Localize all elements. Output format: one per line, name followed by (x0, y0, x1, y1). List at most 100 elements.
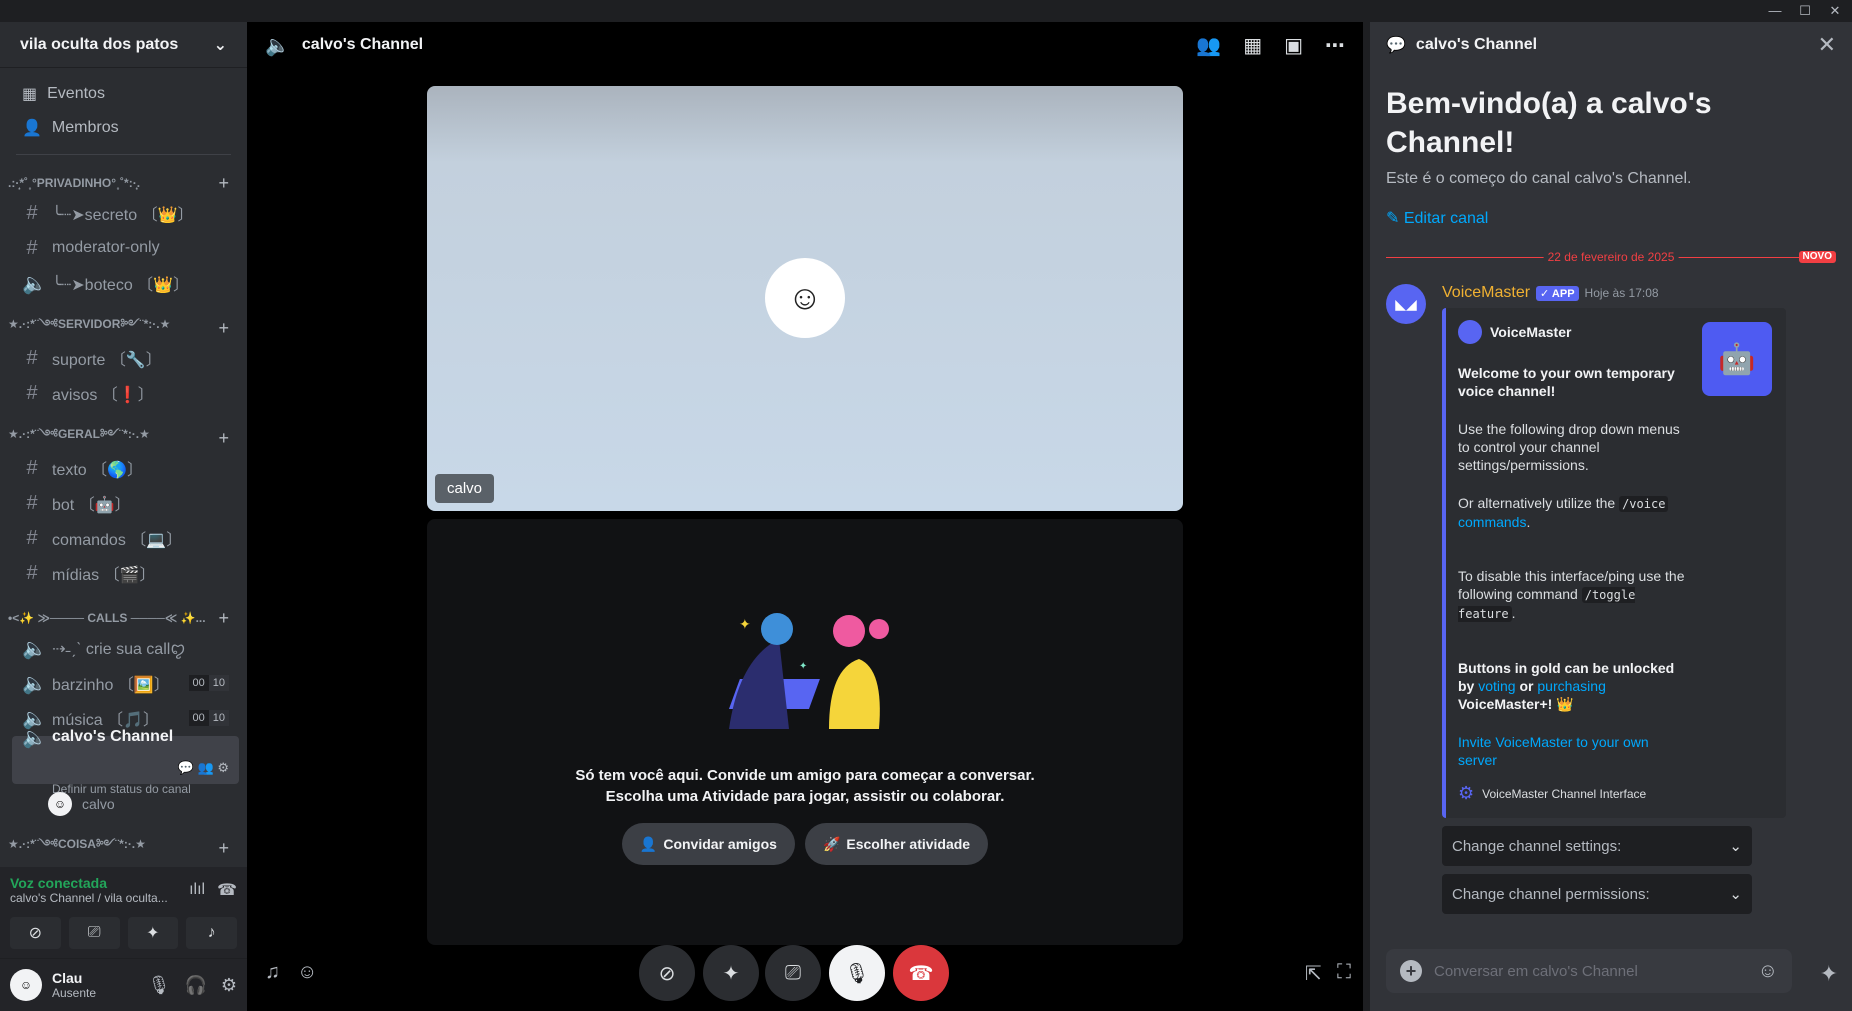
user-limit-badge: 00 10 (188, 675, 229, 691)
embed-text: To disable this interface/ping use the f… (1458, 568, 1685, 602)
headphones-icon[interactable]: 🎧 (184, 975, 206, 996)
screen-share-button[interactable]: ⎚ (765, 945, 821, 1001)
disconnect-icon[interactable]: ☎ (217, 880, 237, 900)
choose-activity-button[interactable]: 🚀 Escolher atividade (804, 823, 989, 865)
channel-secreto[interactable]: # ╰┈➤secreto 〔👑〕 (12, 196, 239, 230)
channel-label: barzinho 〔🖼️〕 (52, 677, 170, 694)
text-channel-icon: # (26, 491, 38, 514)
add-channel-icon[interactable]: + (218, 608, 229, 629)
participant-tile[interactable]: ☺ calvo (427, 86, 1183, 511)
microphone-button[interactable]: 🎙 (829, 945, 885, 1001)
channel-label: música 〔🎵〕 (52, 712, 160, 729)
voice-channel-icon: 🔈 (22, 672, 47, 695)
more-options-icon[interactable]: ⋯ (1325, 33, 1345, 58)
apps-icon[interactable]: ✦ (1820, 961, 1838, 987)
category-geral[interactable]: ★.·:*¨༺GERAL༻¨*:·.★ + (0, 426, 247, 450)
microphone-icon[interactable]: 🎙 (148, 975, 171, 996)
user-limit-badge: 00 10 (188, 710, 229, 726)
noise-suppression-icon[interactable]: ılıl (189, 881, 205, 899)
purchasing-link[interactable]: purchasing (1537, 678, 1606, 694)
invite-tile: ✦ ✦ Só tem você aqui. Convide um amigo p… (427, 519, 1183, 945)
attach-plus-icon[interactable]: + (1400, 960, 1422, 982)
add-channel-icon[interactable]: + (218, 838, 229, 859)
embed-text: . (1511, 605, 1516, 621)
user-avatar[interactable]: ☺ (10, 969, 42, 1001)
chevron-down-icon: ⌄ (213, 36, 227, 54)
rocket-icon: 🚀 (822, 835, 841, 852)
close-window-button[interactable]: ✕ (1820, 2, 1850, 20)
channel-bot[interactable]: # bot 〔🤖〕 (12, 486, 239, 520)
add-channel-icon[interactable]: + (218, 428, 229, 449)
commands-link[interactable]: commands (1458, 514, 1526, 530)
category-privadinho[interactable]: .:·̩͙*˚˳°PRIVADINHO°˳˚*:·̩͙. + (0, 171, 247, 195)
channel-settings-select[interactable]: Change channel settings: ⌄ (1442, 826, 1752, 866)
channel-title: calvo's Channel (301, 36, 424, 53)
voting-link[interactable]: voting (1478, 678, 1515, 694)
channel-comandos[interactable]: # comandos 〔💻〕 (12, 521, 239, 555)
fullscreen-icon[interactable]: ⛶ (1337, 961, 1351, 984)
invite-bot-link[interactable]: Invite VoiceMaster to your own server (1458, 734, 1649, 768)
embed-author: VoiceMaster (1490, 324, 1572, 340)
message-input[interactable]: + Conversar em calvo's Channel ☺ (1386, 949, 1792, 993)
hang-up-button[interactable]: ☎ (893, 945, 949, 1001)
soundboard-icon[interactable]: ♫ (265, 961, 280, 984)
category-servidor[interactable]: ★.·:*¨༺SERVIDOR༻¨*:·.★ + (0, 316, 247, 340)
channel-moderator-only[interactable]: # moderator-only (12, 231, 239, 265)
grid-layout-icon[interactable]: ▦ (1243, 33, 1262, 58)
channel-calvos-channel[interactable]: 🔈 calvo's Channel 💬 👥 ⚙ Definir um statu… (12, 727, 239, 796)
welcome-description: Este é o começo do canal calvo's Channel… (1386, 170, 1692, 187)
nav-item-members[interactable]: 👤 Membros (12, 112, 235, 144)
close-icon[interactable]: ✕ (1818, 32, 1836, 58)
user-name[interactable]: Clau (52, 970, 96, 986)
activity-illustration: ✦ ✦ (728, 613, 889, 729)
add-member-icon[interactable]: 👥 (1196, 33, 1221, 58)
edit-channel-link[interactable]: ✎ Editar canal (1386, 208, 1836, 228)
add-channel-icon[interactable]: + (218, 318, 229, 339)
emoji-icon[interactable]: ☺ (297, 961, 317, 984)
server-header[interactable]: vila oculta dos patos ⌄ (0, 22, 247, 68)
nav-item-events[interactable]: ▦ Eventos (12, 78, 235, 110)
gear-icon[interactable]: ⚙ (221, 975, 237, 996)
app-badge: ✓ APP (1536, 285, 1579, 301)
channel-permissions-select[interactable]: Change channel permissions: ⌄ (1442, 874, 1752, 914)
user-panel: ☺ Clau Ausente 🎙 🎧 ⚙ (0, 959, 247, 1011)
activities-button[interactable]: ✦ (127, 917, 179, 949)
emoji-icon[interactable]: ☺ (1758, 960, 1778, 983)
chat-panel: 💬 calvo's Channel ✕ Bem-vindo(a) a calvo… (1370, 22, 1852, 1011)
soundboard-button[interactable]: ♪ (186, 917, 237, 949)
chat-panel-icon[interactable]: ▣ (1284, 33, 1303, 58)
bot-avatar[interactable]: ◣◢ (1386, 284, 1426, 324)
category-calls[interactable]: •<✨ ≫──── CALLS ────≪ ✨... + (0, 606, 247, 630)
category-coisa[interactable]: ★.·:*¨༺COISA༻¨*:·.★ + (0, 836, 247, 860)
calendar-icon: ▦ (22, 86, 38, 103)
channel-barzinho[interactable]: 🔈 barzinho 〔🖼️〕 00 10 (12, 666, 239, 700)
minimize-button[interactable]: — (1760, 2, 1790, 20)
activities-button[interactable]: ✦ (703, 945, 759, 1001)
channel-actions[interactable]: 💬 👥 ⚙ (178, 760, 229, 776)
participant-name-tag: calvo (435, 474, 495, 503)
empty-line-1: Só tem você aqui. Convide um amigo para … (575, 767, 1035, 784)
channel-texto[interactable]: # texto 〔🌎〕 (12, 451, 239, 485)
camera-off-button[interactable]: ⊘ (10, 917, 61, 949)
voice-location[interactable]: calvo's Channel / vila oculta... (10, 891, 168, 905)
text-channel-icon: # (26, 456, 38, 479)
channel-label: bot 〔🤖〕 (52, 497, 131, 514)
add-channel-icon[interactable]: + (218, 173, 229, 194)
invite-friends-button[interactable]: 👤 Convidar amigos (621, 823, 795, 865)
locked-voice-channel-icon: 🔈 (22, 272, 47, 295)
screen-share-button[interactable]: ⎚ (68, 917, 120, 949)
channel-midias[interactable]: # mídias 〔🎬〕 (12, 556, 239, 590)
embed-text: VoiceMaster+! 👑 (1458, 696, 1574, 712)
maximize-button[interactable]: ☐ (1790, 2, 1820, 20)
text-channel-icon: # (26, 346, 38, 369)
channel-crie-sua-call[interactable]: 🔈 ⇢˗ˏˋ crie sua callꨄ (12, 631, 239, 665)
camera-button[interactable]: ⊘ (639, 945, 695, 1001)
channel-avisos[interactable]: # avisos 〔❗〕 (12, 376, 239, 410)
channel-boteco[interactable]: 🔈 ╰┈➤boteco 〔👑〕 (12, 266, 239, 300)
voice-connected-status[interactable]: Voz conectada (10, 875, 168, 891)
popout-icon[interactable]: ⇱ (1305, 961, 1322, 986)
message-author[interactable]: VoiceMaster (1442, 284, 1530, 302)
svg-text:✦: ✦ (799, 661, 807, 672)
channel-suporte[interactable]: # suporte 〔🔧〕 (12, 341, 239, 375)
category-name: ★.·:*¨༺COISA༻¨*:·.★ (8, 837, 146, 851)
